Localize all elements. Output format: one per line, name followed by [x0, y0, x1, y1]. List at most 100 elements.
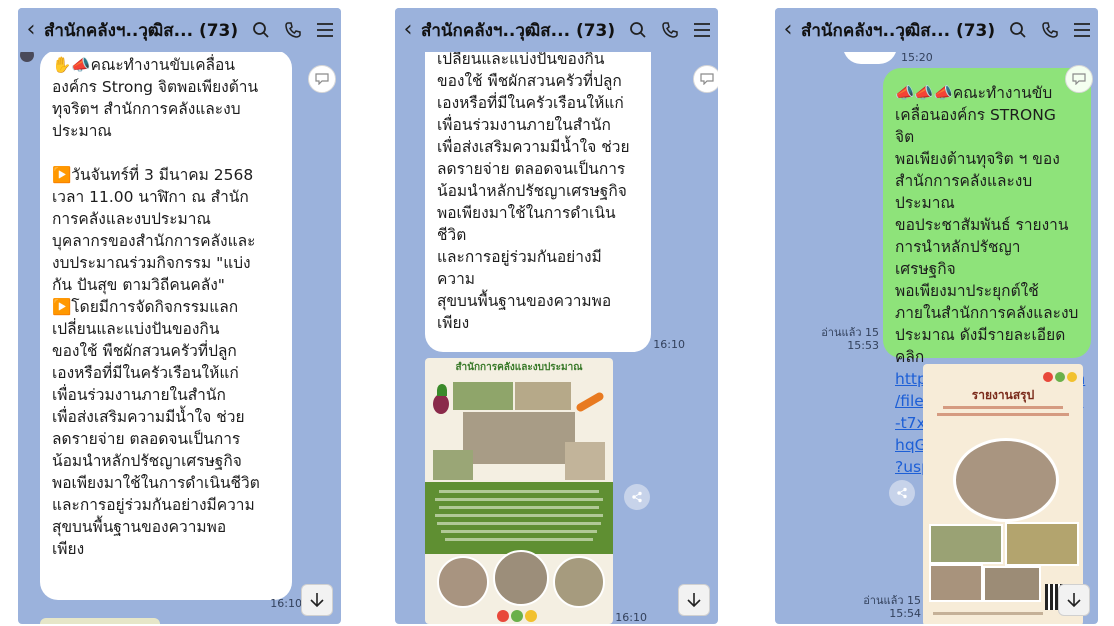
- poster-header: สำนักการคลังและงบประมาณ: [455, 362, 583, 373]
- chat-title: สำนักคลังฯ..วุฒิส... (73): [801, 20, 996, 41]
- menu-icon[interactable]: [686, 8, 718, 52]
- chevron-left-icon[interactable]: ‹: [395, 8, 421, 52]
- bubble-action-icon[interactable]: [693, 65, 718, 93]
- poster-footer-line: [933, 612, 1043, 615]
- carrot-illustration: [575, 391, 605, 413]
- bubble-action-icon[interactable]: [308, 65, 336, 93]
- search-icon[interactable]: [245, 8, 277, 52]
- scroll-down-button[interactable]: [678, 584, 710, 616]
- message-line: ขอประชาสัมพันธ์ รายงาน: [895, 216, 1069, 234]
- photo-thumbnail: [929, 524, 1003, 564]
- read-status: อ่านแล้ว 15 15:54: [845, 594, 921, 620]
- message-line: การคลังและงบประมาณ: [52, 210, 211, 228]
- search-icon[interactable]: [622, 8, 654, 52]
- photo-circle: [553, 556, 605, 608]
- message-line: น้อมนำหลักปรัชญาเศรษฐกิจ: [437, 182, 627, 200]
- message-line: และการอยู่ร่วมกันอย่างมีความ: [437, 248, 602, 288]
- message-line: พอเพียงมาใช้ในการดำเนินชีวิต: [52, 474, 260, 492]
- share-icon[interactable]: [624, 484, 650, 510]
- message-line: ภายในสำนักการคลังและงบ: [895, 304, 1079, 322]
- photo-thumbnail: [515, 382, 571, 410]
- logo-mark: [1055, 372, 1065, 382]
- message-text: 📣📣📣คณะทำงานขับ เคลื่อนองค์กร STRONG จิต พอ…: [895, 82, 1079, 368]
- scroll-down-button[interactable]: [1058, 584, 1090, 616]
- phone-icon[interactable]: [277, 8, 309, 52]
- message-line: [52, 142, 280, 164]
- message-line: เพียง: [52, 540, 85, 558]
- message-line: เพื่อส่งเสริมความมีน้ำใจ ช่วย: [437, 138, 630, 156]
- poster-subtitle-line: [937, 413, 1069, 416]
- message-line: และการอยู่ร่วมกันอย่างมีความ: [52, 496, 255, 514]
- photo-thumbnail: [983, 566, 1041, 602]
- photo-thumbnail: [929, 564, 983, 602]
- message-line: กัน ปันสุข ตามวิถีคนคลัง": [52, 276, 225, 294]
- chat-screen-3: ‹ สำนักคลังฯ..วุฒิส... (73) 15:20 📣📣📣คณะ…: [775, 8, 1098, 624]
- search-icon[interactable]: [1002, 8, 1034, 52]
- photo-thumbnail: [433, 450, 473, 480]
- chat-screen-1: ‹ สำนักคลังฯ..วุฒิส... (73) ✋📣คณะทำงานขั…: [18, 8, 341, 624]
- message-line: ▶️โดยมีการจัดกิจกรรมแลก: [52, 298, 239, 316]
- message-time: 16:10: [653, 338, 685, 351]
- share-icon[interactable]: [889, 480, 915, 506]
- message-line: สำนักการคลังและงบประมาณ: [895, 172, 1033, 212]
- message-line: ลดรายจ่าย ตลอดจนเป็นการ: [437, 160, 626, 178]
- chat-screen-2: ‹ สำนักคลังฯ..วุฒิส... (73) เปลี่ยนและแบ…: [395, 8, 718, 624]
- message-line: เพียง: [437, 314, 470, 332]
- message-time: 15:20: [901, 51, 933, 64]
- read-status: อ่านแล้ว 15 15:53: [811, 326, 879, 352]
- chat-title: สำนักคลังฯ..วุฒิส... (73): [421, 20, 616, 41]
- message-text: ✋📣คณะทำงานขับเคลื่อนองค์กร Strong จิตพอเ…: [52, 54, 280, 560]
- photo-thumbnail: [565, 442, 605, 480]
- message-line: เวลา 11.00 นาฬิกา ณ สำนัก: [52, 188, 249, 206]
- chevron-left-icon[interactable]: ‹: [18, 8, 44, 52]
- poster-subtitle-line: [943, 406, 1063, 409]
- menu-icon[interactable]: [309, 8, 341, 52]
- logo-mark: [511, 610, 523, 622]
- message-bubble[interactable]: ✋📣คณะทำงานขับเคลื่อนองค์กร Strong จิตพอเ…: [40, 50, 292, 600]
- photo-thumbnail: [453, 382, 513, 410]
- scroll-down-button[interactable]: [301, 584, 333, 616]
- message-bubble[interactable]: เปลี่ยนและแบ่งปันของกิน ของใช้ พืชผักสวนค…: [425, 44, 651, 352]
- message-line: พอเพียงมาใช้ในการดำเนินชีวิต: [437, 204, 616, 244]
- beet-illustration: [433, 394, 449, 414]
- message-line: ประมาณ: [52, 122, 112, 140]
- bubble-action-icon[interactable]: [1065, 65, 1093, 93]
- message-line: เคลื่อนองค์กร STRONG จิต: [895, 106, 1061, 146]
- message-line: เองหรือที่มีในครัวเรือนให้แก่: [52, 364, 239, 382]
- read-label: อ่านแล้ว 15: [863, 594, 921, 607]
- message-line: เพื่อนร่วมงานภายในสำนัก: [437, 116, 611, 134]
- phone-icon[interactable]: [654, 8, 686, 52]
- poster-text-block: [425, 482, 613, 554]
- logo-mark: [1043, 372, 1053, 382]
- message-line: ของใช้ พืชผักสวนครัวที่ปลูก: [437, 72, 622, 90]
- message-line: ✋📣คณะทำงานขับเคลื่อน: [52, 56, 235, 74]
- message-line: องค์กร Strong จิตพอเพียงต้าน: [52, 78, 259, 96]
- menu-icon[interactable]: [1066, 8, 1098, 52]
- message-line: เพื่อส่งเสริมความมีน้ำใจ ช่วย: [52, 408, 245, 426]
- message-line: ▶️วันจันทร์ที่ 3 มีนาคม 2568: [52, 166, 254, 184]
- poster-title: รายงานสรุป: [971, 388, 1035, 402]
- read-label: อ่านแล้ว 15: [821, 326, 879, 339]
- activity-poster-image[interactable]: สำนักการคลังและงบประมาณ: [425, 358, 613, 624]
- message-bubble[interactable]: 📣📣📣คณะทำงานขับ เคลื่อนองค์กร STRONG จิต พอ…: [883, 68, 1091, 476]
- phone-icon[interactable]: [1034, 8, 1066, 52]
- logo-mark: [525, 610, 537, 622]
- chevron-left-icon[interactable]: ‹: [775, 8, 801, 52]
- next-message-preview: [40, 618, 160, 624]
- photo-circle: [437, 556, 489, 608]
- chat-title: สำนักคลังฯ..วุฒิส... (73): [44, 20, 239, 41]
- message-line: การนำหลักปรัชญาเศรษฐกิจ: [895, 238, 1021, 278]
- photo-circle: [953, 438, 1059, 522]
- photo-thumbnail: [463, 412, 575, 464]
- logo-mark: [1067, 372, 1077, 382]
- image-time: 16:10: [615, 611, 647, 624]
- read-time: 15:53: [847, 339, 879, 352]
- leaf-illustration: [437, 384, 447, 396]
- message-line: เองหรือที่มีในครัวเรือนให้แก่: [437, 94, 624, 112]
- read-time: 15:54: [889, 607, 921, 620]
- message-line: บุคลากรของสำนักการคลังและ: [52, 232, 256, 250]
- chat-header: ‹ สำนักคลังฯ..วุฒิส... (73): [395, 8, 718, 52]
- photo-thumbnail: [1005, 522, 1079, 566]
- message-line: ทุจริตฯ สำนักการคลังและงบ: [52, 100, 241, 118]
- message-line: สุขบนพื้นฐานของความพอ: [437, 292, 612, 310]
